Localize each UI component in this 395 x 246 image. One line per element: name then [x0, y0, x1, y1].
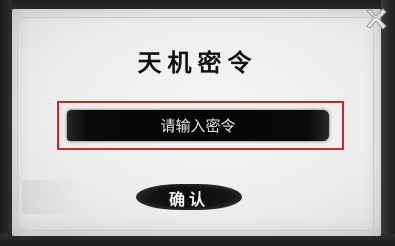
- panel-shading: [22, 180, 82, 214]
- frame-left-edge: [0, 0, 12, 246]
- close-icon: [366, 8, 387, 30]
- close-button[interactable]: [361, 4, 391, 34]
- password-input[interactable]: [67, 110, 329, 141]
- frame-right-edge: [381, 0, 395, 246]
- dialog-title: 天机密令: [137, 48, 258, 77]
- password-field[interactable]: [67, 110, 329, 141]
- confirm-button-label: 确认: [168, 190, 209, 209]
- confirm-button[interactable]: 确认: [136, 180, 242, 214]
- dialog-frame: 天机密令 确认: [0, 0, 395, 246]
